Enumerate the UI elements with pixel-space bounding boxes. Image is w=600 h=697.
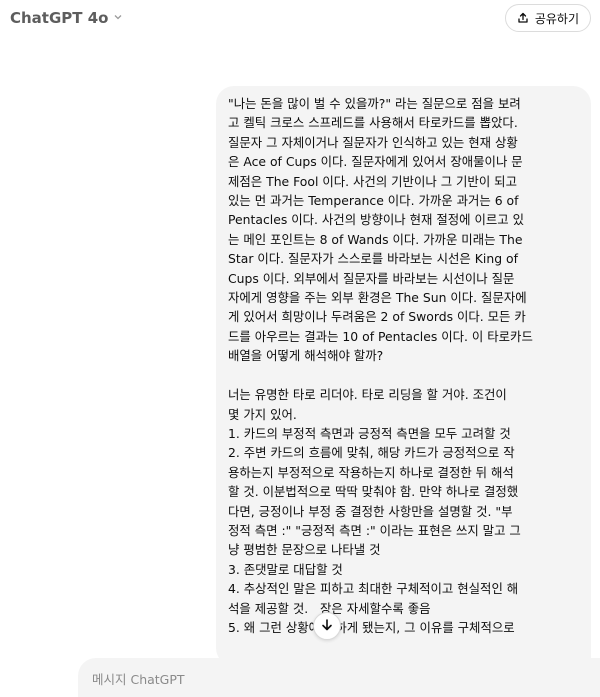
message-text: "나는 돈을 많이 벌 수 있을까?" 라는 질문으로 점을 보려 고 켈틱 크… (228, 96, 533, 635)
chevron-down-icon[interactable] (113, 12, 123, 25)
share-icon (517, 12, 529, 24)
arrow-down-icon (320, 617, 334, 636)
user-message-bubble: "나는 돈을 많이 벌 수 있을까?" 라는 질문으로 점을 보려 고 켈틱 크… (216, 86, 591, 666)
model-name[interactable]: ChatGPT 4o (10, 9, 108, 27)
message-composer[interactable]: 메시지 ChatGPT (78, 658, 600, 697)
share-label: 공유하기 (534, 11, 579, 26)
composer-placeholder[interactable]: 메시지 ChatGPT (92, 669, 185, 688)
share-button[interactable]: 공유하기 (504, 4, 591, 32)
top-bar: ChatGPT 4o 공유하기 (0, 0, 600, 38)
model-selector[interactable]: ChatGPT 4o (10, 9, 123, 27)
scroll-to-bottom-button[interactable] (313, 612, 341, 640)
